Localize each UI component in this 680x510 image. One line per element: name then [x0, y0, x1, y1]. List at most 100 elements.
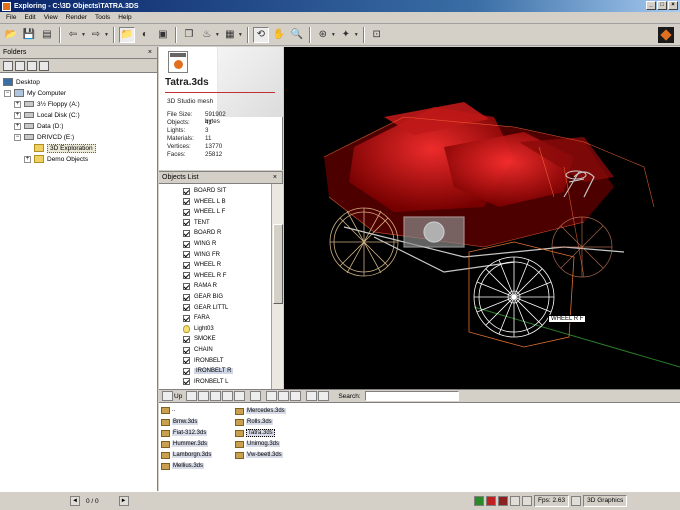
- object-list-item[interactable]: WHEEL L F: [183, 207, 225, 217]
- play-icon[interactable]: [474, 496, 484, 506]
- object-list-item[interactable]: IRONBELT: [183, 356, 224, 366]
- objects-scrollbar[interactable]: [271, 184, 283, 390]
- tree-item-my-computer[interactable]: − My Computer: [4, 88, 66, 98]
- file-item[interactable]: Fiat-312.3ds: [161, 428, 208, 438]
- list-view-icon[interactable]: [186, 391, 198, 401]
- copy-file-icon[interactable]: [278, 391, 290, 401]
- file-item[interactable]: Unimog.3ds: [235, 439, 281, 449]
- back-dropdown-icon[interactable]: ▼: [81, 32, 86, 38]
- next-page-icon[interactable]: ►: [118, 496, 129, 506]
- visibility-checkbox[interactable]: [183, 261, 190, 269]
- tree-item-local-disk[interactable]: + Local Disk (C:): [14, 110, 80, 120]
- object-list-item[interactable]: GEAR LITTL: [183, 303, 228, 313]
- folders-close-icon[interactable]: ×: [148, 49, 152, 56]
- object-list-item[interactable]: TENT: [183, 218, 210, 228]
- visibility-checkbox[interactable]: [183, 378, 190, 386]
- expand-icon[interactable]: +: [24, 155, 31, 163]
- visibility-checkbox[interactable]: [183, 314, 190, 322]
- tree-item-floppy[interactable]: + 3½ Floppy (A:): [14, 99, 80, 109]
- object-list-item[interactable]: WHEEL R: [183, 260, 221, 270]
- save-icon[interactable]: 💾: [21, 27, 37, 43]
- object-list-item[interactable]: WING R: [183, 239, 216, 249]
- visibility-checkbox[interactable]: [183, 282, 190, 290]
- small-icons-view-icon[interactable]: [210, 391, 222, 401]
- object-list-item[interactable]: IRONBELT R: [183, 366, 234, 376]
- object-list-item[interactable]: BOARD R: [183, 228, 221, 238]
- search-input[interactable]: [364, 391, 459, 401]
- objects-list-close-icon[interactable]: ×: [273, 174, 277, 181]
- file-item[interactable]: Mercedes.3ds: [235, 406, 286, 416]
- refresh-icon[interactable]: [39, 60, 49, 71]
- menu-edit[interactable]: Edit: [20, 14, 39, 21]
- tree-item-cd-drive[interactable]: − DRIVCD (E:): [14, 132, 74, 142]
- forward-dropdown-icon[interactable]: ▼: [104, 32, 109, 38]
- paint-dropdown-icon[interactable]: ▼: [215, 32, 220, 38]
- object-list-item[interactable]: BOARD SIT: [183, 186, 226, 196]
- object-list-item[interactable]: FARA: [183, 313, 210, 323]
- tree-item-data-drive[interactable]: + Data (D:): [14, 121, 63, 131]
- fit-view-icon[interactable]: ⊡: [369, 27, 385, 43]
- menu-file[interactable]: File: [2, 14, 20, 21]
- visibility-checkbox[interactable]: [183, 367, 190, 375]
- stop-icon[interactable]: [486, 496, 496, 506]
- copy-icon[interactable]: ❐: [181, 27, 197, 43]
- object-list-item[interactable]: SMOKE: [183, 334, 216, 344]
- maximize-button[interactable]: □: [657, 1, 667, 10]
- expand-icon[interactable]: +: [14, 122, 21, 130]
- visibility-checkbox[interactable]: [183, 208, 190, 216]
- options-icon[interactable]: [522, 496, 532, 506]
- open-icon[interactable]: 📂: [3, 27, 19, 43]
- file-item-selected[interactable]: Tatra.3ds: [235, 428, 275, 438]
- menu-render[interactable]: Render: [62, 14, 91, 21]
- object-list-item[interactable]: WHEEL L B: [183, 197, 226, 207]
- properties-icon[interactable]: [318, 391, 330, 401]
- light-bulb-icon[interactable]: [183, 324, 190, 333]
- visibility-checkbox[interactable]: [183, 272, 190, 280]
- object-list-item[interactable]: Light03: [183, 324, 214, 334]
- pan-hand-icon[interactable]: ✋: [271, 27, 287, 43]
- visibility-checkbox[interactable]: [183, 219, 190, 227]
- file-item[interactable]: Bmw.3ds: [161, 417, 199, 427]
- save-all-icon[interactable]: ▤: [39, 27, 55, 43]
- 3d-viewport[interactable]: WHEEL R F: [284, 47, 680, 389]
- thumbnails-icon[interactable]: ▣: [155, 27, 171, 43]
- info-toggle-icon[interactable]: ◐: [137, 27, 153, 43]
- thumbnails-view-icon[interactable]: [234, 391, 246, 401]
- orbit-dropdown-icon[interactable]: ▼: [331, 32, 336, 38]
- parent-folder-item[interactable]: ..: [161, 405, 175, 415]
- settings-icon[interactable]: [250, 391, 262, 401]
- minimize-button[interactable]: _: [646, 1, 656, 10]
- object-list-item[interactable]: WING FR: [183, 250, 220, 260]
- grid-view-icon[interactable]: ▦: [222, 27, 238, 43]
- expand-icon[interactable]: +: [14, 111, 21, 119]
- visibility-checkbox[interactable]: [183, 346, 190, 354]
- back-icon[interactable]: ⇦: [65, 27, 81, 43]
- object-list-item[interactable]: CHAIN: [183, 345, 213, 355]
- orbit-icon[interactable]: ⊛: [315, 27, 331, 43]
- visibility-checkbox[interactable]: [183, 240, 190, 248]
- tree-item-3d-exploration[interactable]: 3D Exploration: [34, 143, 96, 153]
- up-folder-icon[interactable]: [162, 391, 173, 401]
- visibility-checkbox[interactable]: [183, 293, 190, 301]
- visibility-checkbox[interactable]: [183, 229, 190, 237]
- details-view-icon[interactable]: [198, 391, 210, 401]
- visibility-checkbox[interactable]: [183, 198, 190, 206]
- paint-icon[interactable]: ♨: [199, 27, 215, 43]
- collapse-icon[interactable]: −: [14, 133, 21, 141]
- zoom-icon[interactable]: 🔍: [289, 27, 305, 43]
- tree-item-desktop[interactable]: Desktop: [3, 77, 40, 87]
- settings-small-icon[interactable]: [510, 496, 520, 506]
- expand-icon[interactable]: +: [14, 100, 21, 108]
- export-icon[interactable]: [306, 391, 318, 401]
- object-list-item[interactable]: RAMA R: [183, 281, 217, 291]
- menu-help[interactable]: Help: [114, 14, 135, 21]
- visibility-checkbox[interactable]: [183, 335, 190, 343]
- file-item[interactable]: Rolls.3ds: [235, 417, 273, 427]
- visibility-checkbox[interactable]: [183, 304, 190, 312]
- delete-folder-icon[interactable]: [27, 60, 37, 71]
- file-item[interactable]: Vw-beetl.3ds: [235, 450, 283, 460]
- light-dropdown-icon[interactable]: ▼: [354, 32, 359, 38]
- cut-icon[interactable]: [266, 391, 278, 401]
- light-icon[interactable]: ✦: [338, 27, 354, 43]
- prev-page-icon[interactable]: ◄: [70, 496, 80, 506]
